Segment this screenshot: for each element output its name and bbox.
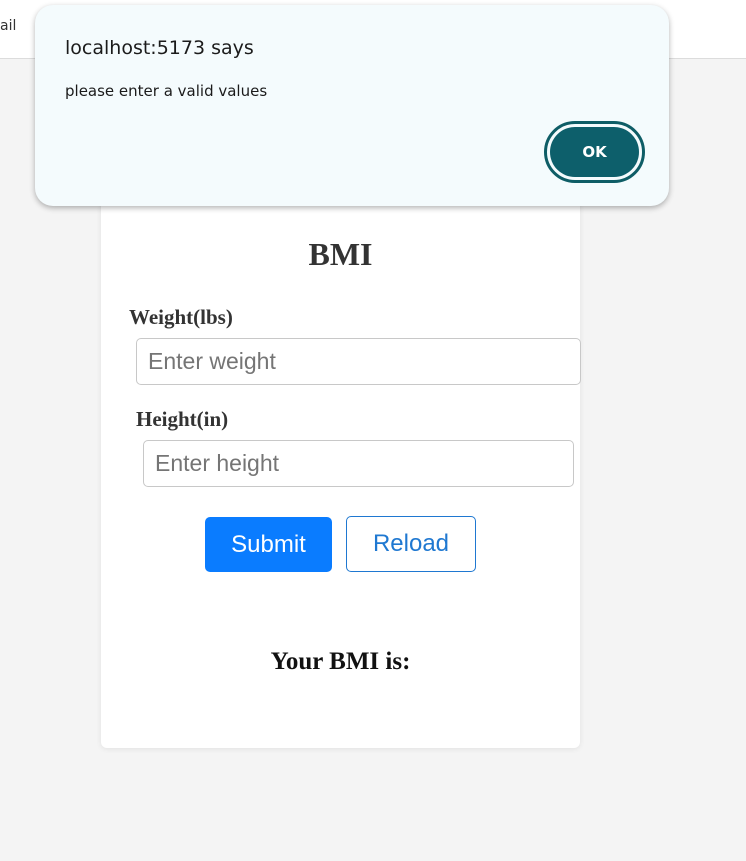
submit-button[interactable]: Submit	[205, 517, 332, 572]
alert-title: localhost:5173 says	[65, 37, 254, 59]
weight-label: Weight(lbs)	[129, 305, 233, 329]
height-input[interactable]	[143, 440, 574, 487]
ok-button[interactable]: OK	[544, 121, 645, 183]
alert-message: please enter a valid values	[65, 82, 268, 100]
ok-button-label: OK	[550, 127, 639, 177]
page-title: BMI	[308, 236, 373, 272]
reload-button[interactable]: Reload	[346, 516, 476, 572]
weight-input[interactable]	[136, 338, 581, 385]
bookmark-item-label[interactable]: ail	[0, 18, 16, 34]
alert-dialog: localhost:5173 says please enter a valid…	[35, 5, 669, 206]
bmi-result-label: Your BMI is:	[270, 648, 411, 675]
height-label: Height(in)	[136, 407, 229, 431]
